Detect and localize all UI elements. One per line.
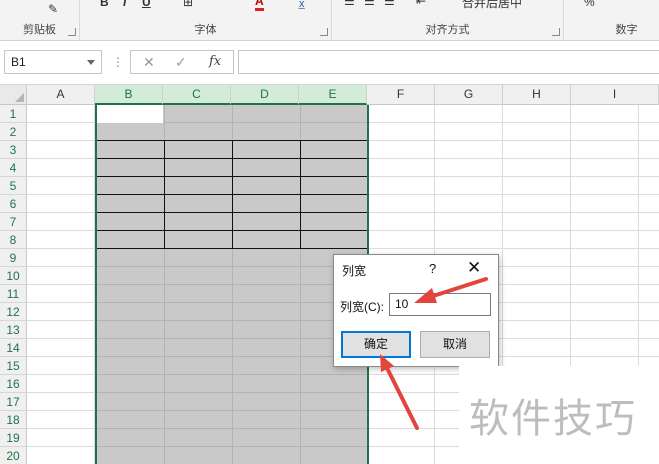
row-header[interactable]: 1	[0, 105, 27, 123]
selection-gridline	[97, 428, 367, 429]
watermark-text: 软件技巧	[469, 396, 637, 442]
clipboard-launcher-icon[interactable]	[68, 28, 76, 36]
row-header[interactable]: 9	[0, 249, 27, 267]
phonetic-icon[interactable]: x̲	[299, 0, 305, 10]
borders-icon[interactable]: ⊞	[183, 0, 193, 9]
row-header[interactable]: 14	[0, 339, 27, 357]
selection-gridline	[97, 266, 367, 267]
dialog-title: 列宽	[342, 264, 367, 278]
selection-gridline	[97, 320, 367, 321]
row-header[interactable]: 18	[0, 411, 27, 429]
selection-gridline	[97, 338, 367, 339]
font-color-button[interactable]: A	[255, 0, 264, 11]
row-header[interactable]: 12	[0, 303, 27, 321]
clipboard-group: ✎ 剪贴板	[0, 0, 80, 41]
selection-gridline	[97, 446, 367, 447]
column-header-b[interactable]: B	[95, 85, 163, 105]
row-header[interactable]: 17	[0, 393, 27, 411]
row-header[interactable]: 7	[0, 213, 27, 231]
column-width-dialog: 列宽 ? ✕ 列宽(C): 10 确定 取消	[333, 254, 499, 367]
format-painter-icon[interactable]: ✎	[48, 2, 58, 16]
row-header[interactable]: 16	[0, 375, 27, 393]
watermark: 软件技巧	[459, 366, 659, 464]
selection-gridline	[97, 374, 367, 375]
active-cell[interactable]	[97, 105, 163, 123]
merge-center-button[interactable]: 合并后居中	[462, 0, 522, 11]
name-box[interactable]: B1	[4, 50, 102, 74]
enter-icon[interactable]: ✓	[175, 54, 187, 71]
number-group: % 数字	[564, 0, 659, 41]
align-center-icon[interactable]: ☰	[364, 0, 375, 8]
column-header-i[interactable]: I	[571, 85, 659, 105]
selection-gridline	[97, 392, 367, 393]
select-all-button[interactable]	[0, 85, 27, 105]
close-icon[interactable]: ✕	[467, 258, 481, 278]
formula-input[interactable]	[238, 50, 659, 74]
cancel-button[interactable]: 取消	[420, 331, 490, 358]
selection-gridline	[97, 410, 367, 411]
row-header[interactable]: 4	[0, 159, 27, 177]
other-group: x̲	[285, 0, 332, 41]
ok-button[interactable]: 确定	[341, 331, 411, 358]
selection-gridline	[97, 284, 367, 285]
column-header-e[interactable]: E	[299, 85, 367, 105]
row-header[interactable]: 6	[0, 195, 27, 213]
align-right-icon[interactable]: ☰	[384, 0, 395, 8]
row-header[interactable]: 19	[0, 429, 27, 447]
column-header-h[interactable]: H	[503, 85, 571, 105]
alignment-group: ☰ ☰ ☰ ⇤ 合并后居中 对齐方式	[332, 0, 564, 41]
underline-button[interactable]: U	[142, 0, 151, 9]
alignment-group-label: 对齐方式	[425, 24, 470, 36]
column-header-d[interactable]: D	[231, 85, 299, 105]
selection-range[interactable]	[95, 105, 369, 464]
table-border	[97, 248, 367, 249]
align-left-icon[interactable]: ☰	[344, 0, 355, 8]
column-header-g[interactable]: G	[435, 85, 503, 105]
row-header[interactable]: 5	[0, 177, 27, 195]
table-border	[232, 140, 233, 248]
row-header[interactable]: 15	[0, 357, 27, 375]
italic-button[interactable]: I	[123, 0, 126, 9]
selection-gridline	[97, 302, 367, 303]
bold-button[interactable]: B	[100, 0, 109, 9]
selection-gridline	[97, 356, 367, 357]
table-border	[164, 140, 165, 248]
row-header[interactable]: 11	[0, 285, 27, 303]
chevron-down-icon[interactable]	[87, 60, 95, 65]
indent-icon[interactable]: ⇤	[416, 0, 426, 8]
row-header[interactable]: 8	[0, 231, 27, 249]
row-header[interactable]: 13	[0, 321, 27, 339]
more-icon: ⋮	[112, 55, 124, 69]
percent-button[interactable]: %	[584, 0, 595, 9]
alignment-launcher-icon[interactable]	[552, 28, 560, 36]
row-header[interactable]: 10	[0, 267, 27, 285]
column-width-label: 列宽(C):	[340, 300, 384, 314]
ribbon: ✎ 剪贴板 B I U ⊞ A 字体 x̲ ☰ ☰ ☰ ⇤ 合并后居中 对齐方式…	[0, 0, 659, 41]
insert-function-button[interactable]: fx	[209, 54, 221, 69]
row-header[interactable]: 3	[0, 141, 27, 159]
column-width-input[interactable]: 10	[389, 293, 491, 316]
column-header-a[interactable]: A	[27, 85, 95, 105]
row-header[interactable]: 20	[0, 447, 27, 464]
cancel-icon[interactable]: ✕	[143, 54, 155, 71]
row-header[interactable]: 2	[0, 123, 27, 141]
table-border	[300, 140, 301, 248]
column-header-c[interactable]: C	[163, 85, 231, 105]
help-icon[interactable]: ?	[429, 261, 436, 276]
formula-bar: B1 ⋮ ✕ ✓ fx	[0, 41, 659, 85]
column-header-f[interactable]: F	[367, 85, 435, 105]
name-box-value: B1	[11, 55, 26, 69]
number-group-label: 数字	[615, 24, 638, 36]
formula-buttons: ✕ ✓ fx	[130, 50, 234, 74]
